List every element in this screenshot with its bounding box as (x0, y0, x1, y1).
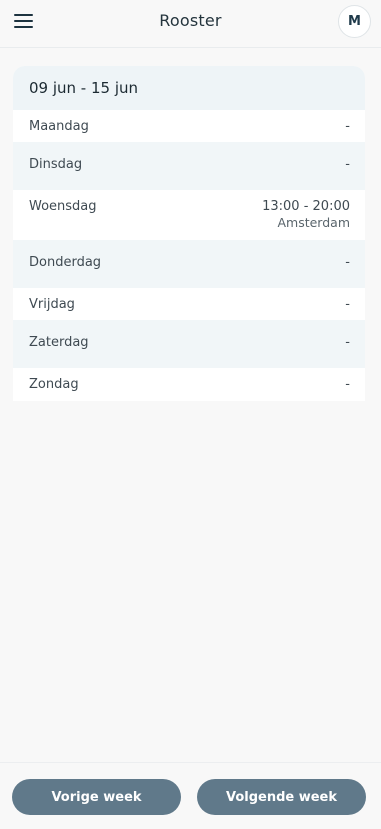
shift-time: 13:00 - 20:00 (262, 199, 350, 214)
page-title: Rooster (159, 11, 222, 30)
next-week-button[interactable]: Volgende week (197, 779, 366, 815)
day-row-wednesday: Woensdag 13:00 - 20:00 Amsterdam (13, 190, 365, 240)
day-value: 13:00 - 20:00 Amsterdam (262, 190, 350, 230)
day-value: - (345, 119, 350, 134)
day-name: Zondag (29, 377, 79, 392)
day-row-sunday: Zondag - (13, 368, 365, 401)
day-name: Dinsdag (29, 157, 83, 172)
top-bar: Rooster M (0, 0, 381, 48)
day-value: - (345, 297, 350, 312)
shift-location: Amsterdam (277, 215, 350, 230)
previous-week-button[interactable]: Vorige week (12, 779, 181, 815)
day-row-monday: Maandag - (13, 110, 365, 142)
avatar[interactable]: M (338, 5, 371, 38)
day-value: - (345, 157, 350, 172)
day-name: Donderdag (29, 255, 102, 270)
day-name: Vrijdag (29, 297, 75, 312)
week-range: 09 jun - 15 jun (13, 66, 365, 110)
day-value: - (345, 255, 350, 270)
day-name: Woensdag (29, 199, 97, 214)
day-value: - (345, 335, 350, 350)
day-name: Zaterdag (29, 335, 89, 350)
day-name: Maandag (29, 119, 89, 134)
day-row-friday: Vrijdag - (13, 288, 365, 320)
day-value: - (345, 377, 350, 392)
day-row-thursday: Donderdag - (13, 240, 365, 288)
day-row-saturday: Zaterdag - (13, 320, 365, 368)
bottom-bar: Vorige week Volgende week (0, 762, 381, 829)
schedule-card: 09 jun - 15 jun Maandag - Dinsdag - Woen… (13, 66, 365, 401)
day-row-tuesday: Dinsdag - (13, 142, 365, 190)
